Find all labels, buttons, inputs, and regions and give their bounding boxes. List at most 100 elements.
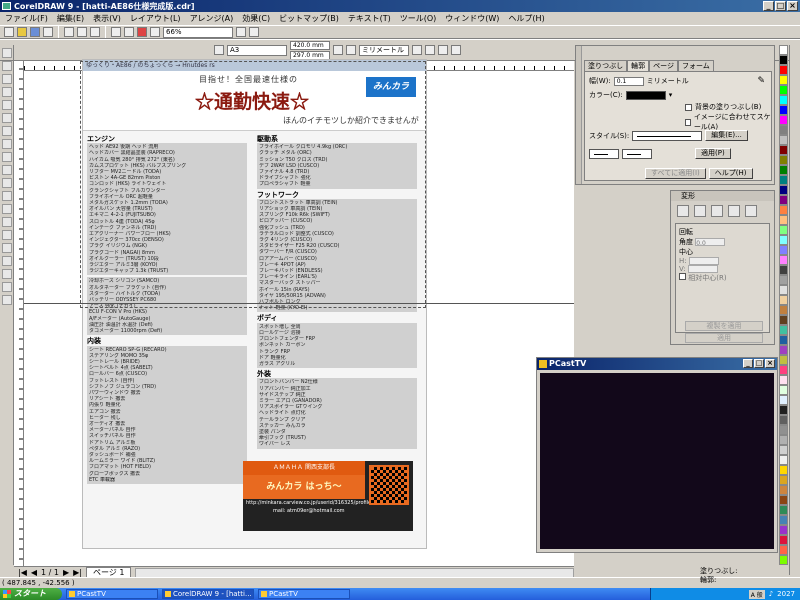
palette-swatch[interactable] [779,415,788,425]
palette-swatch[interactable] [779,315,788,325]
undo-icon[interactable] [111,27,121,37]
vertical-ruler[interactable] [14,61,24,566]
apply-outline-button[interactable]: 適用(P) [695,148,731,159]
menu-arrange[interactable]: アレンジ(A) [189,13,235,24]
envelope-tool-icon[interactable] [2,256,12,266]
guideline[interactable] [24,303,574,304]
outline-color-swatch[interactable] [625,90,666,100]
text-tool-icon[interactable] [2,152,12,162]
start-arrow-select[interactable] [589,148,619,159]
pcasttv-minimize-button[interactable]: _ [743,359,753,368]
palette-swatch[interactable] [779,325,788,335]
save-icon[interactable] [30,27,40,37]
extrude-tool-icon[interactable] [2,243,12,253]
palette-swatch[interactable] [779,235,788,245]
close-button[interactable]: × [787,1,798,11]
shape-tool-icon[interactable] [2,61,12,71]
maximize-button[interactable]: □ [775,1,786,11]
next-page-icon[interactable]: ▶ [63,568,69,577]
menu-file[interactable]: ファイル(F) [4,13,49,24]
fill-tool-icon[interactable] [2,217,12,227]
pcasttv-maximize-button[interactable]: □ [754,359,764,368]
help-button[interactable]: ヘルプ(H) [708,168,753,179]
palette-swatch[interactable] [779,125,788,135]
export-icon[interactable] [150,27,160,37]
color-dropdown-icon[interactable]: ▾ [669,91,673,99]
menu-effects[interactable]: 効果(C) [241,13,271,24]
palette-swatch[interactable] [779,535,788,545]
palette-swatch[interactable] [779,525,788,535]
angle-field[interactable]: 0.0 [695,238,726,247]
palette-swatch[interactable] [779,285,788,295]
landscape-icon[interactable] [346,45,356,55]
palette-swatch[interactable] [779,105,788,115]
minimize-button[interactable]: _ [763,1,774,11]
palette-swatch[interactable] [779,305,788,315]
apply-all-button[interactable]: すべてに適用(I) [645,168,706,179]
palette-swatch[interactable] [779,245,788,255]
distort-tool-icon[interactable] [2,269,12,279]
menu-window[interactable]: ウィンドウ(W) [444,13,500,24]
speaker-icon[interactable]: ♪ [769,590,773,598]
palette-swatch[interactable] [779,375,788,385]
apply-to-duplicate-button[interactable]: 複製を適用 [685,321,763,331]
polygon-tool-icon[interactable] [2,139,12,149]
palette-swatch[interactable] [779,495,788,505]
menu-view[interactable]: 表示(V) [92,13,122,24]
palette-swatch[interactable] [779,135,788,145]
edit-style-button[interactable]: 編集(E)... [705,130,748,141]
menu-bitmaps[interactable]: ビットマップ(B) [278,13,340,24]
task-pcasttv[interactable]: PCastTV [66,589,158,599]
palette-swatch[interactable] [779,425,788,435]
skew-icon[interactable] [745,205,757,217]
palette-swatch[interactable] [779,165,788,175]
palette-swatch[interactable] [779,445,788,455]
palette-swatch[interactable] [779,395,788,405]
ime-indicator[interactable]: A 般 [748,589,765,599]
palette-swatch[interactable] [779,365,788,375]
pcasttv-close-button[interactable]: × [765,359,775,368]
palette-swatch[interactable] [779,215,788,225]
units-select[interactable]: ミリメートル [359,44,409,56]
print-icon[interactable] [43,27,53,37]
outline-pen-icon[interactable]: ✎ [757,76,765,86]
corel-online-icon[interactable] [249,27,259,37]
pcasttv-window[interactable]: PCastTV _ □ × [536,357,778,553]
palette-swatch[interactable] [779,95,788,105]
palette-swatch[interactable] [779,295,788,305]
page-width-field[interactable]: 420.0 mm [290,40,330,50]
transparency-tool-icon[interactable] [2,178,12,188]
line-style-select[interactable] [632,130,703,141]
palette-swatch[interactable] [779,205,788,215]
redo-icon[interactable] [124,27,134,37]
palette-swatch[interactable] [779,405,788,415]
duplicate-distance-icon[interactable] [425,45,435,55]
tab-form[interactable]: フォーム [677,60,714,71]
knife-tool-icon[interactable] [2,74,12,84]
import-icon[interactable] [137,27,147,37]
scale-with-image-checkbox[interactable] [685,118,691,126]
palette-swatch[interactable] [779,275,788,285]
nudge-icon[interactable] [412,45,422,55]
rectangle-tool-icon[interactable] [2,113,12,123]
drawing-canvas[interactable]: ゆっくり・AE86 / のちょっくら → Hnutdes rs 目指せ！全国最速… [24,59,574,566]
docker-handle[interactable] [576,46,582,184]
cut-icon[interactable] [64,27,74,37]
palette-swatch[interactable] [779,355,788,365]
snap-icon[interactable] [438,45,448,55]
palette-swatch[interactable] [779,85,788,95]
palette-swatch[interactable] [779,455,788,465]
pick-tool-icon[interactable] [2,48,12,58]
palette-swatch[interactable] [779,45,788,55]
apply-transform-button[interactable]: 適用 [685,333,763,343]
menu-edit[interactable]: 編集(E) [56,13,85,24]
palette-swatch[interactable] [779,475,788,485]
new-icon[interactable] [4,27,14,37]
palette-swatch[interactable] [779,435,788,445]
palette-swatch[interactable] [779,545,788,555]
task-coreldraw[interactable]: CorelDRAW 9 - [hatti... [162,589,254,599]
palette-swatch[interactable] [779,75,788,85]
outline-tool-icon[interactable] [2,204,12,214]
palette-swatch[interactable] [779,225,788,235]
menu-help[interactable]: ヘルプ(H) [507,13,545,24]
